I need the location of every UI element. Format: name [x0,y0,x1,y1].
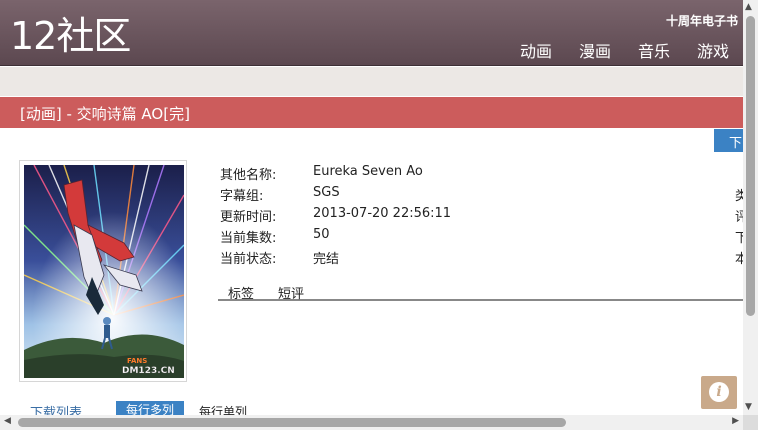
tab-tags[interactable]: 标签 [228,283,254,302]
info-row-subgroup: 字幕组: SGS 类 [220,185,748,205]
info-label: 字幕组: [220,189,264,204]
tab-reviews[interactable]: 短评 [278,283,304,302]
scroll-left-icon[interactable]: ◀ [4,416,11,426]
poster-image: FANS DM123.CN [24,165,184,378]
vertical-scrollbar[interactable]: ▲ ▼ [743,0,758,415]
info-value: 50 [313,227,330,242]
nav-item-manga[interactable]: 漫画 [579,38,611,62]
info-value[interactable]: SGS [313,185,340,200]
info-value: Eureka Seven Ao [313,164,423,179]
nav-item-music[interactable]: 音乐 [638,38,670,62]
poster-watermark-top: FANS [127,357,147,365]
info-row-episodes: 当前集数: 50 下 [220,227,748,247]
info-label: 更新时间: [220,210,277,225]
info-button[interactable]: i [701,376,737,409]
info-value: 完结 [313,252,340,267]
promo-link[interactable]: 十周年电子书 [666,12,738,29]
title-bar: [动画] - 交响诗篇 AO[完] [0,97,743,128]
info-icon: i [709,382,729,402]
info-label: 其他名称: [220,168,277,183]
detail-tabs: 标签 短评 [218,283,743,302]
info-row-status: 当前状态: 完结 本 [220,248,748,268]
main-nav: 动画 漫画 音乐 游戏 [520,38,729,62]
info-row-updated: 更新时间: 2013-07-20 22:56:11 评 [220,206,748,226]
horizontal-scroll-thumb[interactable] [18,418,566,427]
scrollbar-corner [743,415,758,430]
scroll-down-icon[interactable]: ▼ [745,402,752,412]
site-logo[interactable]: 12社区 [10,13,131,59]
nav-item-anime[interactable]: 动画 [520,38,552,62]
info-value: 2013-07-20 22:56:11 [313,206,452,221]
sub-bar [0,67,743,96]
download-button[interactable]: 下 [714,129,743,152]
nav-item-games[interactable]: 游戏 [697,38,729,62]
scroll-up-icon[interactable]: ▲ [745,2,752,12]
horizontal-scrollbar[interactable]: ◀ ▶ [0,415,743,430]
vertical-scroll-thumb[interactable] [746,16,755,316]
page-title: [动画] - 交响诗篇 AO[完] [20,105,190,123]
info-label: 当前集数: [220,231,277,246]
scroll-right-icon[interactable]: ▶ [732,416,739,426]
info-label: 当前状态: [220,252,277,267]
poster-watermark: DM123.CN [122,366,175,376]
site-header: 12社区 十周年电子书 动画 漫画 音乐 游戏 [0,0,743,66]
info-row-alt-name: 其他名称: Eureka Seven Ao [220,164,740,184]
